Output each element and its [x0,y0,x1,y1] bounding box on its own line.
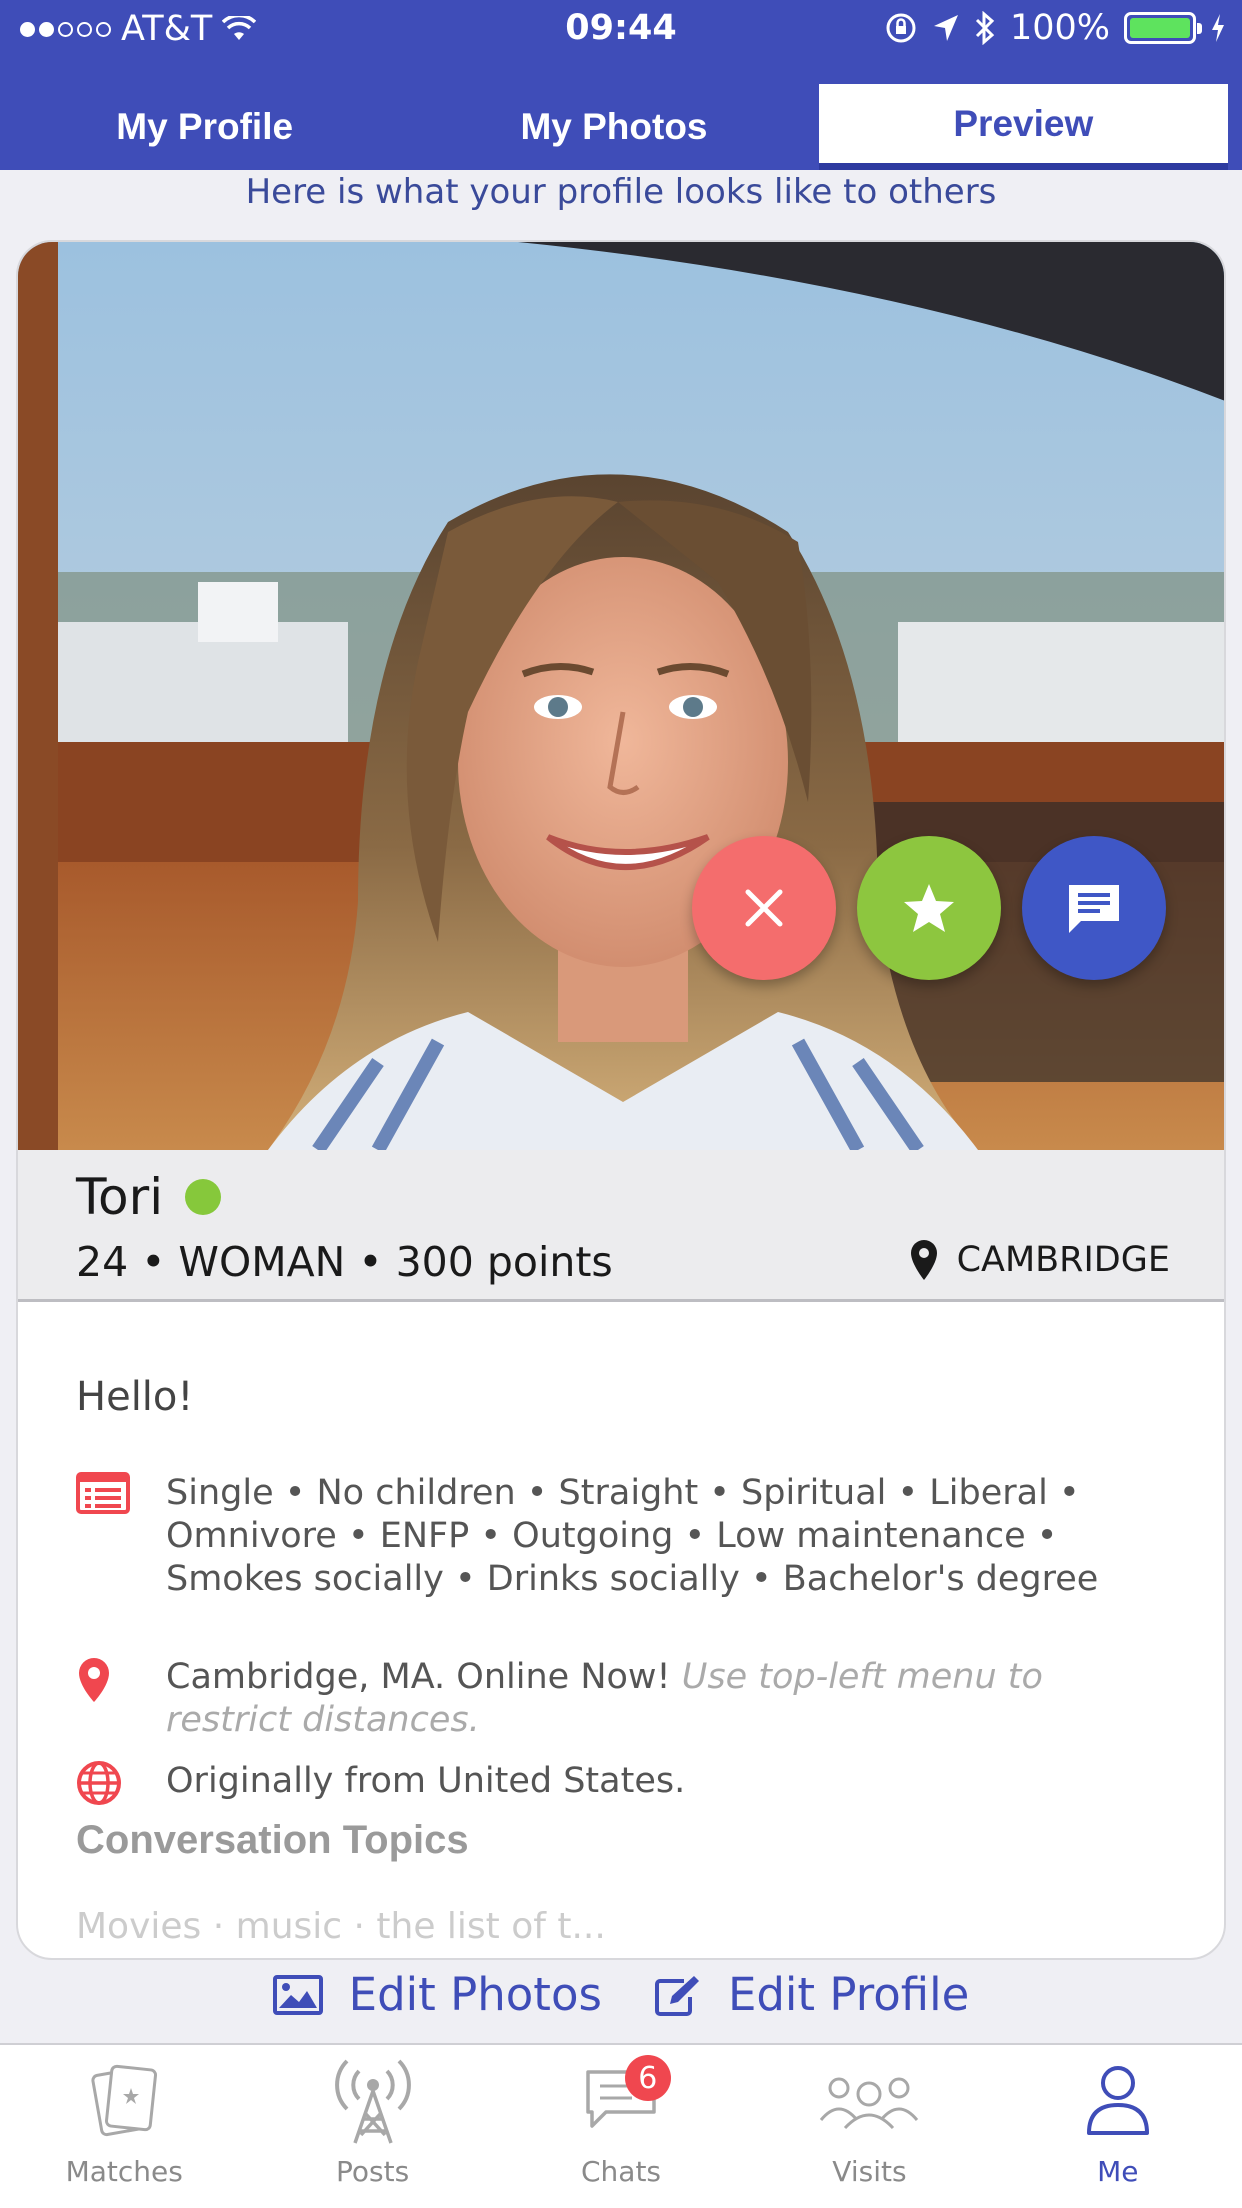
edit-profile-button[interactable]: Edit Profile [654,1968,969,2021]
profile-summary: Tori 24 • WOMAN • 300 points CAMBRIDGE [18,1150,1224,1302]
preview-subtitle: Here is what your profile looks like to … [245,172,997,212]
details-list-icon [76,1472,130,1514]
profile-tabs: My Profile My Photos Preview [0,84,1242,170]
tab-my-photos[interactable]: My Photos [409,84,818,170]
nav-visits[interactable]: Visits [745,2045,993,2208]
tab-preview[interactable]: Preview [818,84,1228,170]
profile-location: CAMBRIDGE [909,1238,1170,1282]
bluetooth-icon [975,11,995,45]
nav-label-posts: Posts [336,2155,410,2188]
broadcast-tower-icon [334,2059,411,2144]
status-bar: AT&T 09:44 100% [0,0,1242,60]
map-pin-icon [910,1240,937,1280]
profile-greeting: Hello! [76,1374,194,1420]
nav-label-me: Me [1097,2155,1139,2188]
star-icon [904,884,954,932]
favorite-button[interactable] [857,836,1001,980]
header-bar: AT&T 09:44 100% My Profile My Photos Pre… [0,0,1242,170]
location-details: Cambridge, MA. Online Now! Use top-left … [166,1656,1176,1742]
nav-label-visits: Visits [832,2155,907,2188]
nav-posts[interactable]: Posts [248,2045,496,2208]
nav-me[interactable]: Me [994,2045,1242,2208]
nav-matches[interactable]: Matches [0,2045,248,2208]
profile-name-row: Tori [76,1168,222,1226]
message-button[interactable] [1022,836,1166,980]
location-pin-icon [79,1658,109,1702]
edit-photos-label: Edit Photos [348,1968,602,2021]
profile-attributes-row: Single • No children • Straight • Spirit… [76,1472,1176,1601]
profile-meta: 24 • WOMAN • 300 points [76,1238,613,1286]
conversation-topics-heading: Conversation Topics [76,1818,469,1862]
people-icon [820,2077,919,2130]
profile-card: Tori 24 • WOMAN • 300 points CAMBRIDGE H… [16,240,1226,1960]
location-arrow-icon [933,15,958,41]
location-status: Cambridge, MA. Online Now! [166,1657,671,1697]
battery-percent: 100% [1009,8,1110,48]
profile-details: Hello! Single • No children • Straight •… [18,1302,1224,1958]
edit-pencil-icon [654,1975,699,2016]
person-icon [1086,2066,1149,2135]
profile-attributes: Single • No children • Straight • Spirit… [166,1473,1099,1599]
online-status-dot [185,1179,222,1215]
image-icon [272,1974,323,2015]
bottom-navigation: Matches Posts Chats 6 Visits Me [0,2043,1242,2208]
edit-profile-label: Edit Profile [727,1968,970,2021]
message-icon [1069,885,1119,933]
close-icon [745,889,783,927]
nav-chats[interactable]: Chats 6 [497,2045,745,2208]
nav-label-matches: Matches [65,2155,183,2188]
origin-text: Originally from United States. [166,1761,686,1801]
nav-label-chats: Chats [581,2155,662,2188]
profile-photo[interactable] [18,242,1224,1150]
conversation-topics-preview: Movies · music · the list of t... [76,1906,606,1947]
globe-icon [77,1761,121,1805]
edit-photos-button[interactable]: Edit Photos [272,1968,602,2021]
cards-icon [91,2064,158,2137]
edit-actions: Edit Photos Edit Profile [0,1968,1242,2021]
charging-icon [1212,14,1224,42]
pass-button[interactable] [692,836,836,980]
profile-name: Tori [76,1168,164,1226]
profile-location-row: Cambridge, MA. Online Now! Use top-left … [76,1656,1176,1742]
unread-chats-badge: 6 [624,2055,671,2101]
rotation-lock-icon [886,13,916,43]
battery-icon [1124,12,1202,44]
tab-my-profile[interactable]: My Profile [0,84,409,170]
profile-origin-row: Originally from United States. [76,1760,1176,1810]
location-label: CAMBRIDGE [956,1240,1170,1280]
